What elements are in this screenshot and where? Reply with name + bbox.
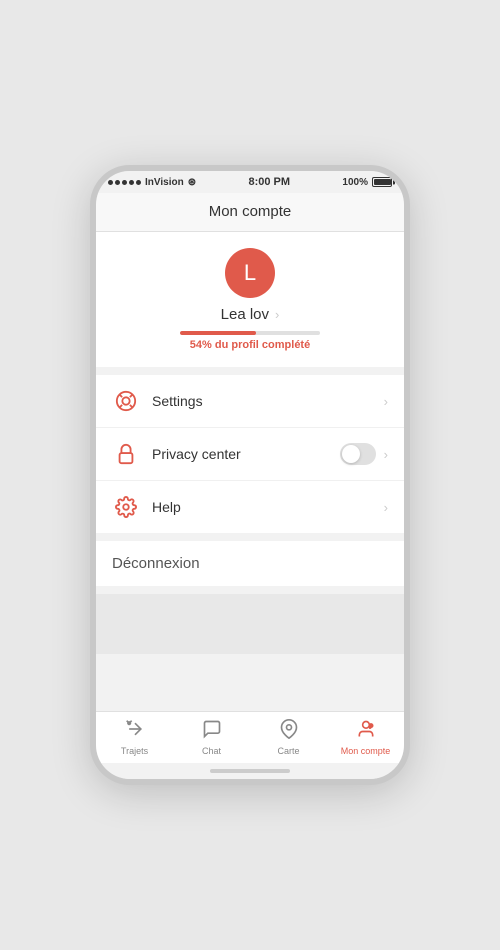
avatar[interactable]: L [225, 248, 275, 298]
profile-progress: 54% du profil complété [180, 331, 320, 351]
signal-dot [129, 180, 134, 185]
tab-carte[interactable]: Carte [250, 712, 327, 763]
progress-label: 54% du profil complété [180, 339, 320, 351]
privacy-chevron-icon: › [384, 447, 388, 462]
content-area: L Lea lov › 54% du profil complété [96, 232, 404, 711]
menu-item-privacy[interactable]: Privacy center › [96, 428, 404, 481]
progress-text: du profil complété [215, 339, 310, 351]
signal-dot [108, 180, 113, 185]
status-time: 8:00 PM [248, 176, 290, 188]
status-right: 100% [342, 177, 392, 188]
progress-bar [180, 331, 320, 335]
privacy-toggle[interactable] [340, 443, 376, 465]
page-title: Mon compte [209, 203, 292, 220]
menu-section: Settings › Privacy center › [96, 375, 404, 533]
wifi-icon: ⊛ [188, 177, 196, 188]
lock-icon [112, 440, 140, 468]
moncompte-tab-label: Mon compte [341, 746, 391, 756]
signal-dot [115, 180, 120, 185]
battery-label: 100% [342, 177, 368, 188]
tab-chat[interactable]: Chat [173, 712, 250, 763]
gear-icon [112, 493, 140, 521]
person-icon: ! [356, 719, 376, 744]
toggle-knob [342, 445, 360, 463]
settings-label: Settings [152, 393, 384, 409]
progress-percent: 54% [190, 339, 212, 351]
page-header: Mon compte [96, 193, 404, 232]
svg-text:!: ! [369, 724, 370, 729]
signal-bars [108, 180, 141, 185]
status-bar: InVision ⊛ 8:00 PM 100% [96, 171, 404, 193]
status-left: InVision ⊛ [108, 177, 196, 188]
gray-spacer [96, 594, 404, 654]
signal-dot [136, 180, 141, 185]
carte-tab-label: Carte [277, 746, 299, 756]
menu-item-settings[interactable]: Settings › [96, 375, 404, 428]
battery-fill [374, 179, 391, 185]
settings-chevron-icon: › [384, 394, 388, 409]
carrier-label: InVision [145, 177, 184, 188]
wand-icon [125, 719, 145, 744]
menu-item-help[interactable]: Help › [96, 481, 404, 533]
battery-icon [372, 177, 392, 187]
signal-dot [122, 180, 127, 185]
tab-moncompte[interactable]: ! Mon compte [327, 712, 404, 763]
tab-bar: Trajets Chat Carte [96, 711, 404, 763]
profile-name-text: Lea lov [221, 306, 269, 323]
map-icon [279, 719, 299, 744]
deconnexion-button[interactable]: Déconnexion [96, 541, 404, 586]
help-chevron-icon: › [384, 500, 388, 515]
phone-screen: InVision ⊛ 8:00 PM 100% Mon compte L Lea… [96, 171, 404, 779]
profile-chevron-icon: › [275, 307, 279, 322]
profile-name-row[interactable]: Lea lov › [221, 306, 280, 323]
profile-section[interactable]: L Lea lov › 54% du profil complété [96, 232, 404, 367]
home-bar [210, 769, 290, 773]
privacy-label: Privacy center [152, 446, 340, 462]
lifebuoy-icon [112, 387, 140, 415]
chat-icon [202, 719, 222, 744]
help-label: Help [152, 499, 384, 515]
tab-trajets[interactable]: Trajets [96, 712, 173, 763]
home-indicator [96, 763, 404, 779]
phone-shell: InVision ⊛ 8:00 PM 100% Mon compte L Lea… [90, 165, 410, 785]
progress-fill [180, 331, 256, 335]
chat-tab-label: Chat [202, 746, 221, 756]
deconnexion-section: Déconnexion [96, 541, 404, 586]
trajets-tab-label: Trajets [121, 746, 148, 756]
